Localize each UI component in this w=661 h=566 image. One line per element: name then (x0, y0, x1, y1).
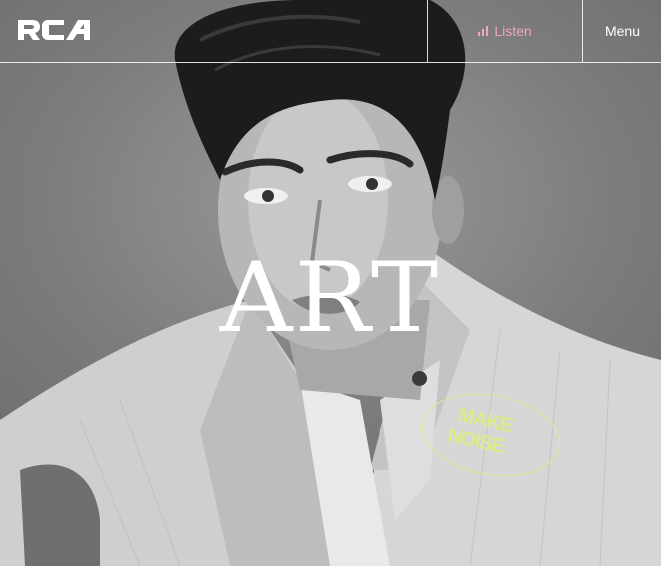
menu-button[interactable]: Menu (582, 0, 661, 62)
rca-logo[interactable] (18, 18, 92, 42)
menu-label: Menu (604, 23, 641, 39)
make-noise-badge[interactable]: MAKE NOISE (415, 383, 567, 487)
cursor-dot (412, 371, 427, 386)
equalizer-bars-icon (478, 26, 489, 36)
hero-headline: ART (219, 242, 441, 354)
site-header: Listen Menu (0, 0, 661, 63)
listen-button[interactable]: Listen (427, 0, 582, 62)
rca-logo-mark (18, 20, 90, 40)
listen-label: Listen (494, 23, 532, 39)
